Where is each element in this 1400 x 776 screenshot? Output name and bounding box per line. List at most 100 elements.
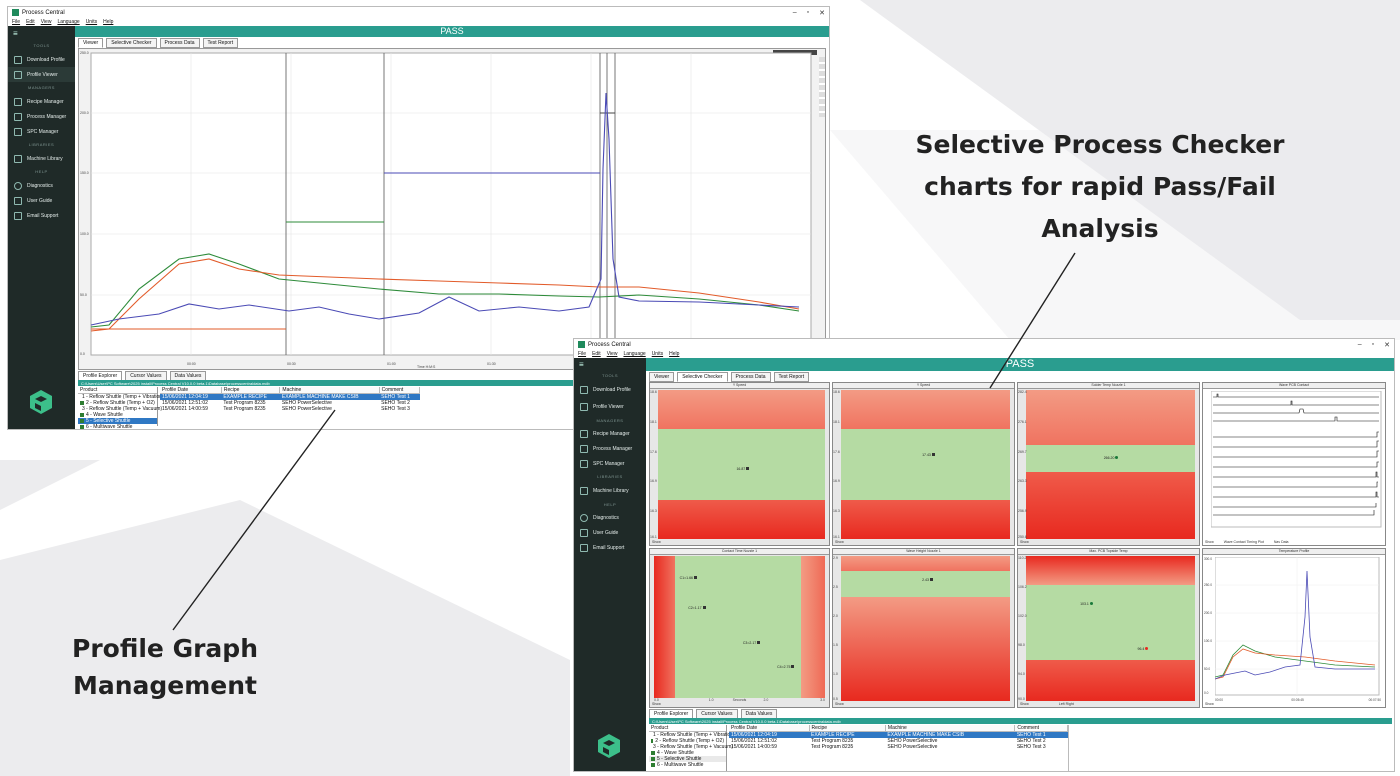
tab-selective-checker[interactable]: Selective Checker [106, 37, 157, 48]
close-button[interactable]: ✕ [1384, 341, 1390, 349]
tab-selective-checker[interactable]: Selective Checker [677, 371, 728, 382]
tab-cursor-values[interactable]: Cursor Values [696, 708, 738, 719]
tab-test-report[interactable]: Test Report [773, 371, 810, 382]
checkbox-icon[interactable] [80, 419, 84, 423]
table-cell: Test Program 8235 [811, 744, 854, 750]
info-icon [14, 196, 22, 205]
sidebar-item-user-guide[interactable]: User Guide [574, 525, 646, 540]
sidebar-item-process-manager[interactable]: Process Manager [574, 441, 646, 456]
pass-band [841, 570, 1010, 597]
maximize-button[interactable]: ▫ [1372, 341, 1374, 349]
checker-panel-wave-height[interactable]: Wave Height Nozzle 1 2.9 2.5 2.0 1.5 1.0… [832, 548, 1015, 708]
menu-file[interactable]: File [12, 19, 20, 25]
sidebar-item-download-profile[interactable]: Download Profile [8, 52, 75, 67]
product-label: 6 - Multiwave Shuttle [86, 424, 133, 430]
checkbox-icon[interactable] [80, 413, 84, 417]
menu-language[interactable]: Language [623, 351, 645, 357]
panel-plot: 2.9 2.5 2.0 1.5 1.0 0.5 2.43 [833, 556, 1010, 701]
sidebar-item-email-support[interactable]: Email Support [574, 540, 646, 555]
sidebar-item-email-support[interactable]: Email Support [8, 208, 75, 223]
tab-viewer[interactable]: Viewer [649, 371, 675, 382]
hamburger-icon[interactable]: ≡ [8, 26, 75, 40]
checker-panel-contact-time[interactable]: Contact Time Nozzle 1 C1=1.66 C2=1.17 C3… [649, 548, 830, 708]
show-toggle[interactable]: Show [833, 702, 1014, 707]
sidebar-item-spc-manager[interactable]: SPC Manager [8, 124, 75, 139]
value-label: 266.20 [1103, 455, 1115, 460]
show-toggle[interactable]: Show [833, 540, 1014, 545]
menu-edit[interactable]: Edit [592, 351, 601, 357]
tab-viewer[interactable]: Viewer [78, 37, 104, 48]
sidebar-item-download-profile[interactable]: Download Profile [574, 381, 646, 398]
menu-help[interactable]: Help [669, 351, 679, 357]
close-button[interactable]: ✕ [819, 9, 825, 17]
legend-item[interactable]: Wave Contact Timing Plot [1224, 540, 1264, 545]
show-toggle[interactable]: Show [1020, 702, 1029, 707]
legend-item[interactable]: Nav Data [1274, 540, 1289, 545]
minimize-button[interactable]: – [793, 9, 797, 17]
sidebar-item-diagnostics[interactable]: Diagnostics [574, 510, 646, 525]
graph-icon [580, 402, 588, 411]
product-item[interactable]: 6 - Multiwave Shuttle [649, 762, 726, 768]
sidebar-item-machine-library[interactable]: Machine Library [8, 151, 75, 166]
sidebar-item-recipe-manager[interactable]: Recipe Manager [574, 426, 646, 441]
checker-panel-wave-contact[interactable]: Wave PCB Contact Show Wave Contact Timin… [1202, 382, 1386, 546]
pass-band [841, 428, 1010, 501]
sidebar-item-spc-manager[interactable]: SPC Manager [574, 456, 646, 471]
selective-checker-window: Process Central – ▫ ✕ File Edit View Langu… [573, 338, 1395, 772]
hamburger-icon[interactable]: ≡ [574, 358, 646, 370]
temperature-profile-plot [1215, 557, 1380, 696]
sidebar-item-process-manager[interactable]: Process Manager [8, 109, 75, 124]
show-toggle[interactable]: Show [650, 702, 829, 707]
show-toggle[interactable]: Show [1018, 540, 1199, 545]
show-toggle[interactable]: Show [1203, 702, 1385, 707]
checker-panel-temperature-profile[interactable]: Temperature Profile 300.0 250.0 200.0 10… [1202, 548, 1386, 708]
checkbox-icon[interactable] [651, 751, 655, 755]
menu-view[interactable]: View [41, 19, 52, 25]
panel-title: Wave Height Nozzle 1 [833, 549, 1014, 555]
table-row[interactable]: 15/06/2021 14:00:59 Test Program 8235 SE… [729, 744, 1068, 750]
menu-edit[interactable]: Edit [26, 19, 35, 25]
graph-side-controls[interactable] [819, 57, 825, 117]
checker-panel-y-speed-1[interactable]: Y Speed 18.6 18.1 17.6 16.9 16.3 16.1 16… [649, 382, 830, 546]
checker-panel-pcb-topside-temp[interactable]: Max. PCB Topside Temp 110.2 106.2 102.0 … [1017, 548, 1200, 708]
sidebar-item-profile-viewer[interactable]: Profile Viewer [574, 398, 646, 415]
profile-graph[interactable]: 250.0 200.0 150.0 100.0 50.0 0.0 00:00 0… [78, 48, 826, 370]
show-toggle[interactable]: Show [650, 540, 829, 545]
menu-language[interactable]: Language [57, 19, 79, 25]
menu-help[interactable]: Help [103, 19, 113, 25]
tab-cursor-values[interactable]: Cursor Values [125, 370, 167, 381]
checkbox-icon[interactable] [651, 739, 654, 743]
checkbox-icon[interactable] [80, 425, 84, 429]
tab-profile-explorer[interactable]: Profile Explorer [649, 708, 694, 719]
checker-panel-solder-temp[interactable]: Solder Temp Nozzle 1 282.4 276.1 269.7 2… [1017, 382, 1200, 546]
table-row[interactable]: 15/06/2021 14:00:59 Test Program 8235 SE… [160, 406, 420, 412]
y-tick: 17.6 [650, 449, 657, 454]
maximize-button[interactable]: ▫ [807, 9, 809, 17]
product-item[interactable]: 6 - Multiwave Shuttle [78, 424, 157, 430]
checker-panel-y-speed-2[interactable]: Y Speed 18.6 18.1 17.6 16.9 16.3 16.1 17… [832, 382, 1015, 546]
sidebar-item-diagnostics[interactable]: Diagnostics [8, 178, 75, 193]
menu-view[interactable]: View [607, 351, 618, 357]
tab-data-values[interactable]: Data Values [740, 708, 778, 719]
menu-units[interactable]: Units [86, 19, 97, 25]
tab-profile-explorer[interactable]: Profile Explorer [78, 370, 123, 381]
menu-units[interactable]: Units [652, 351, 663, 357]
tab-data-values[interactable]: Data Values [169, 370, 207, 381]
minimize-button[interactable]: – [1358, 341, 1362, 349]
checkbox-icon[interactable] [651, 763, 655, 767]
tab-process-data[interactable]: Process Data [730, 371, 771, 382]
checkbox-icon[interactable] [80, 401, 84, 405]
menu-file[interactable]: File [578, 351, 586, 357]
tab-process-data[interactable]: Process Data [159, 37, 200, 48]
annotation-graph: Profile Graph Management [40, 630, 290, 704]
sidebar-item-machine-library[interactable]: Machine Library [574, 482, 646, 499]
sidebar-item-profile-viewer[interactable]: Profile Viewer [8, 67, 75, 82]
y-tick: 200.0 [1204, 611, 1212, 615]
tab-test-report[interactable]: Test Report [202, 37, 239, 48]
sidebar-item-user-guide[interactable]: User Guide [8, 193, 75, 208]
sidebar-item-label: Profile Viewer [593, 403, 624, 410]
checkbox-icon[interactable] [651, 757, 655, 761]
show-toggle[interactable]: Show [1205, 540, 1214, 545]
sidebar-item-label: Recipe Manager [593, 430, 630, 437]
sidebar-item-recipe-manager[interactable]: Recipe Manager [8, 94, 75, 109]
